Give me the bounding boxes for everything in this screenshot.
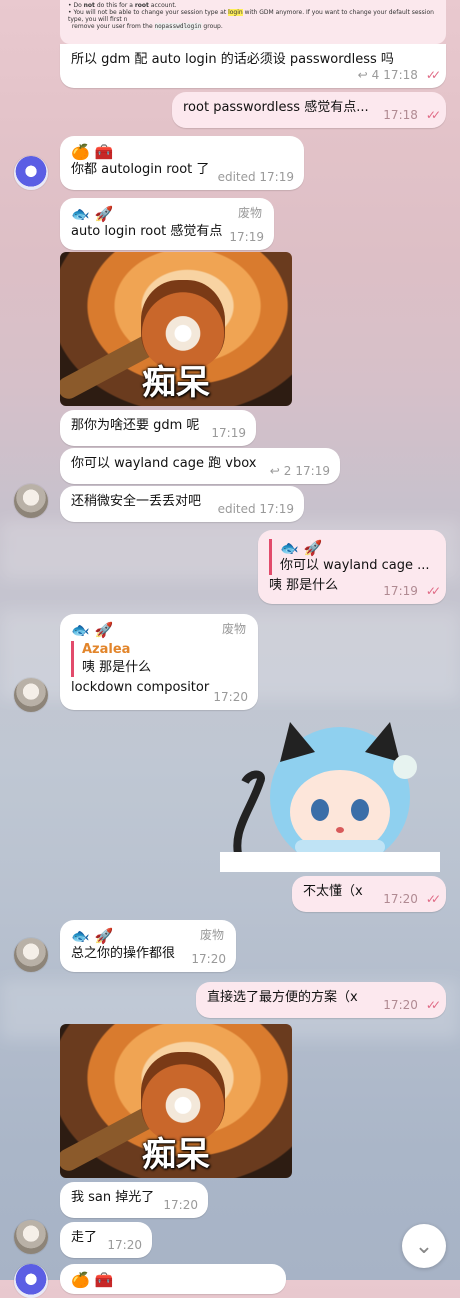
message-time: edited 17:19 bbox=[217, 502, 294, 516]
scroll-to-bottom-button[interactable]: ⌄ bbox=[402, 1224, 446, 1268]
sender-badges: 🍊 🧰 bbox=[71, 143, 114, 161]
photo-caption: 痴呆 bbox=[142, 1135, 210, 1175]
message-bubble-outgoing[interactable]: 🐟 🚀 你可以 wayland cage ... 咦 那是什么 17:19 ✓✓ bbox=[258, 530, 446, 604]
admin-title: 废物 bbox=[237, 206, 262, 220]
chevron-down-icon: ⌄ bbox=[414, 1233, 434, 1259]
double-check-icon: ✓✓ bbox=[425, 892, 441, 906]
red-panda-photo[interactable]: 痴呆 bbox=[60, 1024, 292, 1178]
message-time: 17:20 bbox=[191, 952, 226, 966]
message-time: 17:20 bbox=[213, 690, 248, 704]
message-bubble[interactable]: 🐟 🚀 废物 Azalea 咦 那是什么 lockdown compositor… bbox=[60, 614, 258, 710]
message-time: 17:20 bbox=[383, 998, 418, 1012]
message-time: 17:19 bbox=[229, 230, 264, 244]
quote-sender-badges: 🐟 🚀 bbox=[280, 539, 323, 557]
admin-title: 废物 bbox=[199, 928, 224, 942]
red-panda-photo[interactable]: 痴呆 bbox=[60, 252, 292, 406]
message-time: 17:18 bbox=[383, 108, 418, 122]
reply-arrow-icon[interactable]: ↩ bbox=[270, 464, 280, 478]
message-bubble[interactable]: 🍊 🧰 bbox=[60, 1264, 286, 1294]
avatar[interactable] bbox=[14, 484, 48, 518]
message-time: 17:19 bbox=[295, 464, 330, 478]
anime-cat-girl-sticker[interactable] bbox=[220, 722, 440, 872]
message-time: 17:19 bbox=[383, 584, 418, 598]
reply-quote[interactable]: Azalea 咦 那是什么 bbox=[71, 641, 248, 677]
message-bubble[interactable]: 🐟 🚀 废物 总之你的操作都很 17:20 bbox=[60, 920, 236, 972]
reply-quote[interactable]: 🐟 🚀 你可以 wayland cage ... bbox=[269, 539, 436, 575]
sticker-image bbox=[233, 722, 417, 867]
admin-title: 废物 bbox=[221, 622, 246, 636]
message-time: 17:20 bbox=[163, 1198, 198, 1212]
avatar[interactable] bbox=[14, 678, 48, 712]
message-bubble-outgoing[interactable]: root passwordless 感觉有点... 17:18 ✓✓ bbox=[172, 92, 446, 128]
quote-text: 你可以 wayland cage ... bbox=[280, 558, 430, 573]
message-time: edited 17:19 bbox=[217, 170, 294, 184]
message-bubble[interactable]: 🍊 🧰 你都 autologin root 了 edited 17:19 bbox=[60, 136, 304, 190]
message-bubble-outgoing[interactable]: 不太懂（x 17:20 ✓✓ bbox=[292, 876, 446, 912]
avatar[interactable] bbox=[14, 1264, 48, 1298]
message-time: 17:20 bbox=[383, 892, 418, 906]
message-bubble[interactable]: 那你为啥还要 gdm 呢 17:19 bbox=[60, 410, 256, 446]
message-bubble[interactable]: 你可以 wayland cage 跑 vbox ↩ 2 17:19 bbox=[60, 448, 340, 484]
avatar[interactable] bbox=[14, 156, 48, 190]
sender-badges: 🍊 🧰 bbox=[71, 1271, 114, 1289]
reply-arrow-icon[interactable]: ↩ bbox=[358, 68, 368, 82]
quoted-webpage-snippet: • Do not do this for a root account. • Y… bbox=[60, 0, 446, 44]
quote-sender-name: Azalea bbox=[82, 642, 131, 657]
message-bubble[interactable]: 所以 gdm 配 auto login 的话必须设 passwordless 吗… bbox=[60, 44, 446, 88]
message-bubble[interactable]: 🐟 🚀 废物 auto login root 感觉有点 17:19 bbox=[60, 198, 274, 250]
reply-count[interactable]: 4 bbox=[372, 68, 380, 82]
message-bubble[interactable]: 我 san 掉光了 17:20 bbox=[60, 1182, 208, 1218]
message-bubble-outgoing[interactable]: 直接选了最方便的方案（x 17:20 ✓✓ bbox=[196, 982, 446, 1018]
avatar[interactable] bbox=[14, 1220, 48, 1254]
message-time: 17:20 bbox=[107, 1238, 142, 1252]
double-check-icon: ✓✓ bbox=[425, 68, 441, 82]
double-check-icon: ✓✓ bbox=[425, 584, 441, 598]
avatar[interactable] bbox=[14, 938, 48, 972]
message-time: 17:18 bbox=[383, 68, 418, 82]
message-bubble[interactable]: 还稍微安全一丢丢对吧 edited 17:19 bbox=[60, 486, 304, 522]
photo-caption: 痴呆 bbox=[142, 363, 210, 403]
double-check-icon: ✓✓ bbox=[425, 998, 441, 1012]
double-check-icon: ✓✓ bbox=[425, 108, 441, 122]
message-text: 所以 gdm 配 auto login 的话必须设 passwordless 吗 bbox=[71, 52, 394, 67]
reply-count[interactable]: 2 bbox=[284, 464, 292, 478]
sender-badges: 🐟 🚀 bbox=[71, 205, 114, 223]
message-time: 17:19 bbox=[211, 426, 246, 440]
quote-text: 咦 那是什么 bbox=[82, 660, 152, 675]
message-bubble[interactable]: 走了 17:20 bbox=[60, 1222, 152, 1258]
